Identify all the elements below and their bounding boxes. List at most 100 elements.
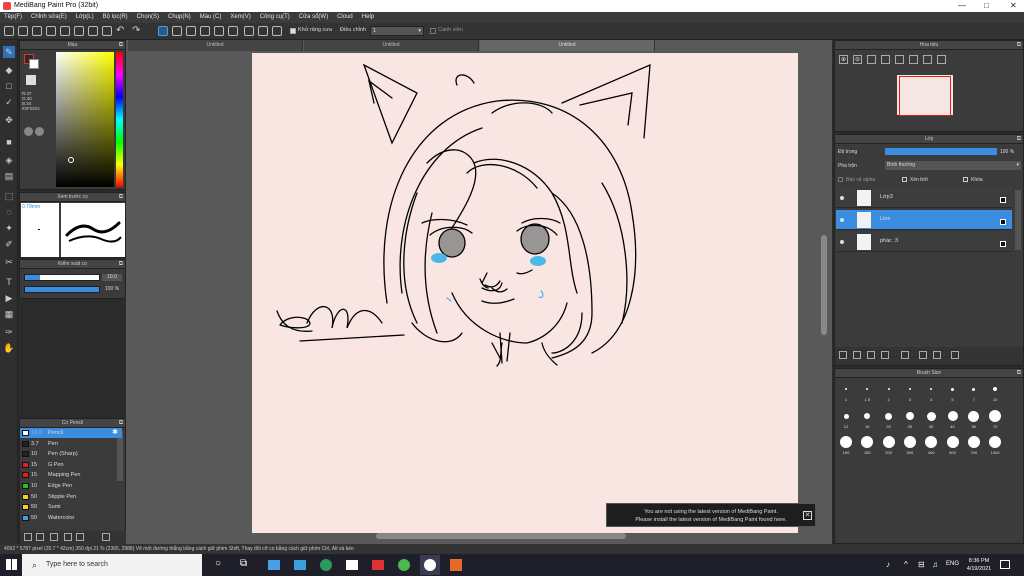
brush-size-dot[interactable] — [989, 436, 1002, 448]
eyedropper-icon[interactable]: ✑ — [3, 326, 15, 338]
layer-row[interactable]: Lớp3 — [836, 188, 1012, 208]
protect-alpha-checkbox[interactable] — [838, 177, 843, 182]
snap-circle-icon[interactable] — [228, 26, 238, 36]
maximize-button[interactable]: □ — [984, 1, 989, 10]
panel-expand-icon[interactable]: ⧉ — [119, 41, 123, 50]
brush-item[interactable]: 10.0 Pencil ✱ — [20, 428, 122, 438]
snap-cross-icon[interactable] — [200, 26, 210, 36]
rasterize-icon[interactable] — [933, 351, 941, 359]
new-layer-icon[interactable] — [839, 351, 847, 359]
layer-scrollbar[interactable] — [1015, 190, 1021, 250]
grid-icon[interactable] — [74, 26, 84, 36]
operation-tool-icon[interactable]: ▶ — [3, 292, 15, 304]
select-eraser-icon[interactable]: ✂ — [3, 256, 15, 268]
brush-size-dot[interactable] — [972, 387, 976, 391]
brush-size-dot[interactable] — [951, 387, 954, 391]
brush-item[interactable]: 50 Watercolor — [20, 513, 122, 523]
menu-cloud[interactable]: Cloud — [333, 12, 358, 20]
brush-item[interactable]: 15 Mapping Pen — [20, 470, 122, 480]
menu-snap[interactable]: Chụp(N) — [164, 12, 196, 20]
brush-size-dot[interactable] — [908, 388, 911, 390]
file-explorer-icon[interactable] — [268, 560, 280, 570]
panel-expand-icon[interactable]: ⧉ — [1017, 41, 1021, 50]
check-icon[interactable]: ✓ — [3, 96, 15, 108]
menu-file[interactable]: Tệp(F) — [0, 12, 27, 20]
picker-cursor[interactable] — [68, 157, 74, 163]
task-view-icon[interactable]: ⧉ — [240, 558, 247, 569]
hue-slider[interactable] — [116, 52, 123, 187]
background-color-swatch[interactable] — [29, 59, 39, 69]
menu-window[interactable]: Cửa sổ(W) — [295, 12, 333, 20]
divide-tool-icon[interactable]: ▦ — [3, 308, 15, 320]
medibang-taskbar-item[interactable] — [420, 555, 440, 575]
brush-item[interactable]: 50 Stipple Pen — [20, 492, 122, 502]
rotate-right-icon[interactable] — [923, 55, 932, 64]
select-rect-icon[interactable]: ⬚ — [3, 190, 15, 202]
brush-size-dot[interactable] — [967, 436, 980, 448]
snap-parallel-icon[interactable] — [186, 26, 196, 36]
selection-mode-icon[interactable] — [158, 26, 168, 36]
brush-size-slider[interactable] — [24, 274, 100, 281]
blend-mode-select[interactable]: Bình thường ▾ — [885, 161, 1021, 170]
brush-size-dot[interactable] — [885, 412, 893, 420]
brush-size-dot[interactable] — [968, 410, 980, 422]
brush-size-value[interactable]: 10.0 — [102, 274, 122, 281]
fit-icon[interactable] — [867, 55, 876, 64]
snap-curve-icon[interactable] — [258, 26, 268, 36]
magic-wand-icon[interactable]: ✦ — [3, 222, 15, 234]
tab-untitled-2[interactable]: Untitled — [304, 40, 479, 51]
color-history-icon[interactable] — [35, 127, 44, 136]
zoom-in-icon[interactable]: ⊕ — [839, 55, 848, 64]
action-center-icon[interactable] — [1000, 560, 1010, 569]
eye-icon[interactable] — [840, 196, 844, 200]
panel-expand-icon[interactable]: ⧉ — [1017, 135, 1021, 144]
delete-layer-icon[interactable] — [951, 351, 959, 359]
export-icon[interactable] — [46, 26, 56, 36]
redo-icon[interactable]: ↷ — [132, 25, 140, 36]
app-icon-red[interactable] — [372, 560, 384, 570]
update-notification[interactable]: You are not using the latest version of … — [606, 503, 816, 527]
adjust-select[interactable]: 1 ▾ — [370, 26, 424, 36]
new-file-icon[interactable] — [4, 26, 14, 36]
zoom-out-icon[interactable]: ⊖ — [853, 55, 862, 64]
new-8bit-layer-icon[interactable] — [867, 351, 875, 359]
menu-view[interactable]: Xem(V) — [226, 12, 255, 20]
brush-opacity-value[interactable]: 100 % — [102, 286, 122, 293]
taskbar-search-box[interactable]: ⌕ Type here to search — [22, 554, 202, 576]
network-icon[interactable]: ⊟ — [918, 560, 925, 569]
edge-browser-icon[interactable] — [320, 559, 332, 571]
anti-alias-checkbox[interactable] — [290, 28, 296, 34]
menu-filter[interactable]: Bộ lọc(R) — [99, 12, 133, 20]
brush-opacity-slider[interactable] — [24, 286, 100, 293]
shield-icon[interactable] — [450, 559, 462, 571]
layer-row[interactable]: Line — [836, 210, 1012, 230]
brush-size-dot[interactable] — [845, 388, 847, 390]
cortana-icon[interactable]: ○ — [215, 558, 221, 569]
brush-item[interactable]: 10 Edge Pen — [20, 481, 122, 491]
save-icon[interactable] — [32, 26, 42, 36]
color-wheel-icon[interactable] — [24, 127, 33, 136]
brush-item[interactable]: 50 Sumi — [20, 502, 122, 512]
duplicate-layer-icon[interactable] — [881, 351, 889, 359]
panel-expand-icon[interactable]: ⧉ — [119, 193, 123, 202]
cloud-icon[interactable] — [60, 26, 70, 36]
gear-icon[interactable]: ✱ — [112, 428, 118, 438]
snap-radial-icon[interactable] — [244, 26, 254, 36]
volume-icon[interactable]: ♫ — [932, 560, 938, 569]
brush-size-dot[interactable] — [840, 436, 852, 448]
bucket-tool-icon[interactable]: ◈ — [3, 154, 15, 166]
windows-start-icon[interactable] — [6, 559, 17, 570]
cloud-brush-icon[interactable] — [50, 533, 58, 541]
brush-item[interactable]: 15 G Pen — [20, 460, 122, 470]
fill-rect-tool-icon[interactable]: ■ — [3, 136, 15, 148]
vertical-scrollbar[interactable] — [821, 235, 827, 335]
brush-item[interactable]: 3.7 Pen — [20, 439, 122, 449]
brush-size-dot[interactable] — [903, 436, 916, 448]
menu-tools[interactable]: Công cụ(T) — [256, 12, 295, 20]
open-file-icon[interactable] — [18, 26, 28, 36]
rotate-left-icon[interactable] — [909, 55, 918, 64]
lasso-tool-icon[interactable]: ◌ — [3, 206, 15, 218]
transparent-color-swatch[interactable] — [26, 75, 36, 85]
layer-row[interactable]: phác :3 — [836, 232, 1012, 252]
brush-tool-icon[interactable]: ✎ — [3, 46, 15, 58]
